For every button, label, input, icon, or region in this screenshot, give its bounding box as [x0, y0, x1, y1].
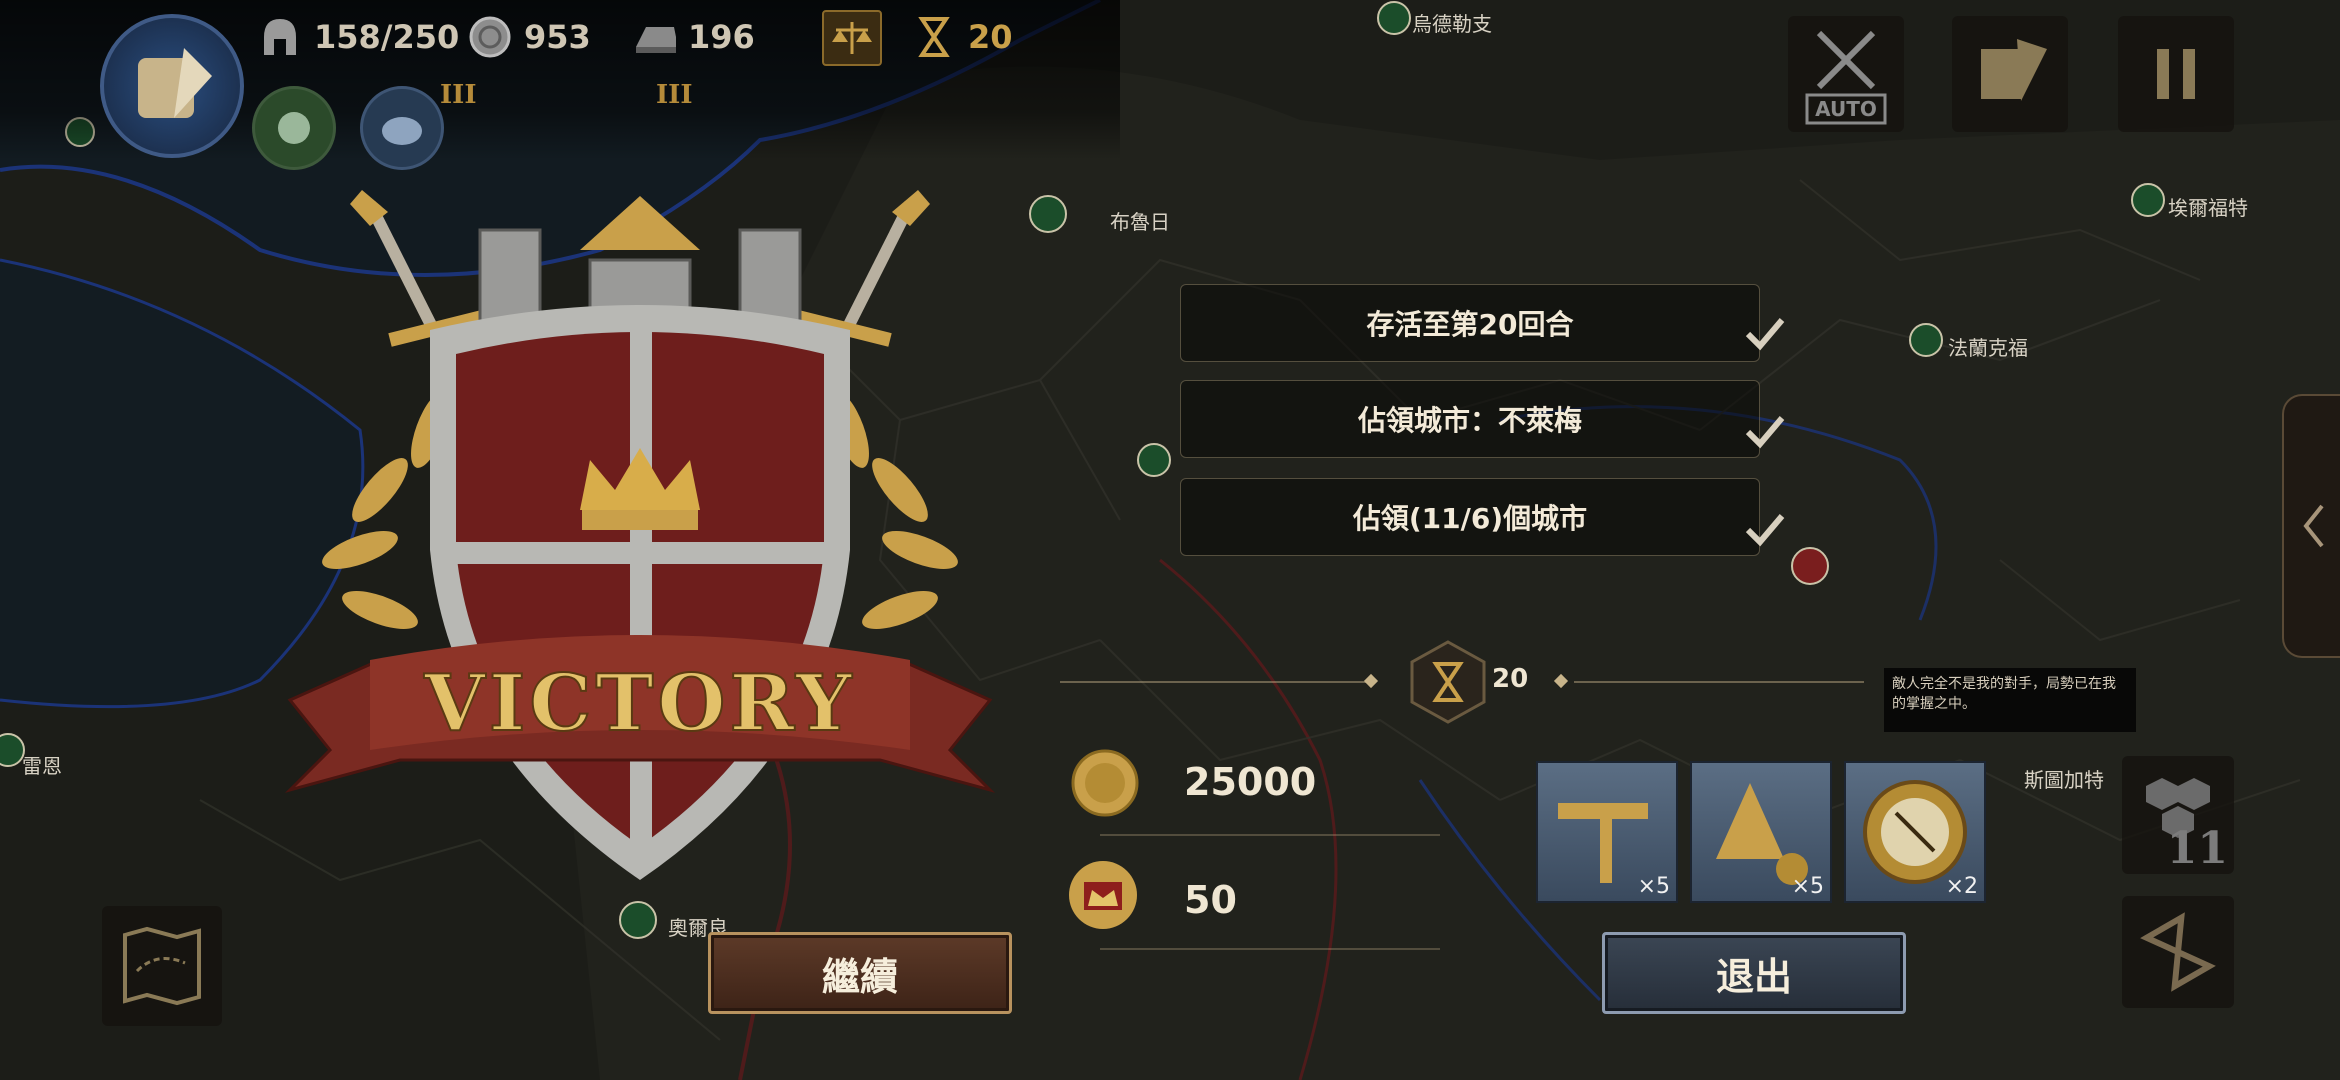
hex-grid-button[interactable]: 11 — [2122, 756, 2234, 874]
divider-line — [1100, 834, 1440, 836]
event-tooltip: 敵人完全不是我的對手，局勢已在我的掌握之中。 — [1884, 668, 2136, 732]
gold-reward-value: 25000 — [1184, 760, 1317, 804]
helmet-portrait-icon — [382, 117, 422, 145]
treasure-map-icon — [123, 926, 201, 1006]
checkmark-icon — [1745, 514, 1785, 547]
victory-title: VICTORY — [423, 658, 855, 749]
checkmark-icon — [1745, 416, 1785, 449]
silver-value: 953 — [524, 18, 591, 56]
reward-item-tile[interactable]: ×5 — [1690, 761, 1832, 903]
hourglass-icon — [2140, 912, 2216, 992]
exit-button[interactable]: 退出 — [1602, 932, 1906, 1014]
objective-text: 存活至第20回合 — [1366, 308, 1574, 341]
auto-label: AUTO — [1815, 97, 1877, 121]
turn-value: 20 — [968, 18, 1013, 56]
manpower-value: 158/250 — [314, 18, 460, 56]
gold-coin-icon — [1071, 749, 1139, 817]
checkmark-icon — [1745, 318, 1785, 351]
divider-line — [1100, 948, 1440, 950]
hourglass-icon — [912, 15, 956, 59]
side-panel-toggle[interactable] — [2282, 394, 2340, 658]
rank-numeral: III — [656, 80, 693, 110]
objective-row: 佔領城市：不萊梅 — [1180, 380, 1760, 458]
objective-row: 佔領(11/6)個城市 — [1180, 478, 1760, 556]
faction-emblem[interactable] — [100, 14, 244, 158]
objective-text: 佔領(11/6)個城市 — [1352, 502, 1588, 535]
crown-reward-value: 50 — [1184, 878, 1237, 922]
crossed-swords-icon: AUTO — [1805, 30, 1887, 125]
item-quantity: ×5 — [1637, 874, 1670, 899]
policy-button[interactable] — [822, 10, 882, 66]
objective-row: 存活至第20回合 — [1180, 284, 1760, 362]
general-portrait-2[interactable] — [360, 86, 444, 170]
scroll-quill-icon — [1981, 39, 2047, 101]
bone-skull-icon — [278, 112, 310, 144]
helmet-icon — [258, 15, 302, 59]
item-quantity: ×2 — [1945, 874, 1978, 899]
item-quantity: ×5 — [1791, 874, 1824, 899]
end-turn-button[interactable] — [2122, 896, 2234, 1008]
world-map-button[interactable] — [102, 906, 222, 1026]
diplomacy-button[interactable] — [1952, 16, 2068, 132]
objective-text: 佔領城市：不萊梅 — [1357, 404, 1582, 437]
chevron-left-icon — [2303, 504, 2324, 548]
manpower-resource[interactable]: 158/250 — [258, 12, 459, 62]
side-counter: 11 — [2166, 823, 2228, 874]
general-portrait-1[interactable] — [252, 86, 336, 170]
iron-ingot-icon — [632, 15, 676, 59]
iron-value: 196 — [688, 18, 755, 56]
pause-button[interactable] — [2118, 16, 2234, 132]
silver-resource[interactable]: 953 — [468, 12, 591, 62]
divider-line — [1060, 681, 1370, 683]
turn-counter: 20 — [912, 12, 1013, 62]
silver-coin-icon — [468, 15, 512, 59]
auto-battle-button[interactable]: AUTO — [1788, 16, 1904, 132]
iron-resource[interactable]: 196 — [632, 12, 755, 62]
scroll-quill-icon — [138, 48, 212, 118]
crown-prestige-icon — [1069, 861, 1137, 929]
pause-icon — [2157, 49, 2195, 99]
reward-item-tile[interactable]: ×2 — [1844, 761, 1986, 903]
scales-icon — [832, 22, 872, 54]
turn-badge-icon — [1410, 640, 1486, 724]
turn-badge-value: 20 — [1492, 664, 1529, 694]
divider-line — [1574, 681, 1864, 683]
continue-button[interactable]: 繼續 — [708, 932, 1012, 1014]
victory-crest: VICTORY — [284, 190, 996, 880]
rank-numeral: III — [440, 80, 477, 110]
reward-item-tile[interactable]: ×5 — [1536, 761, 1678, 903]
